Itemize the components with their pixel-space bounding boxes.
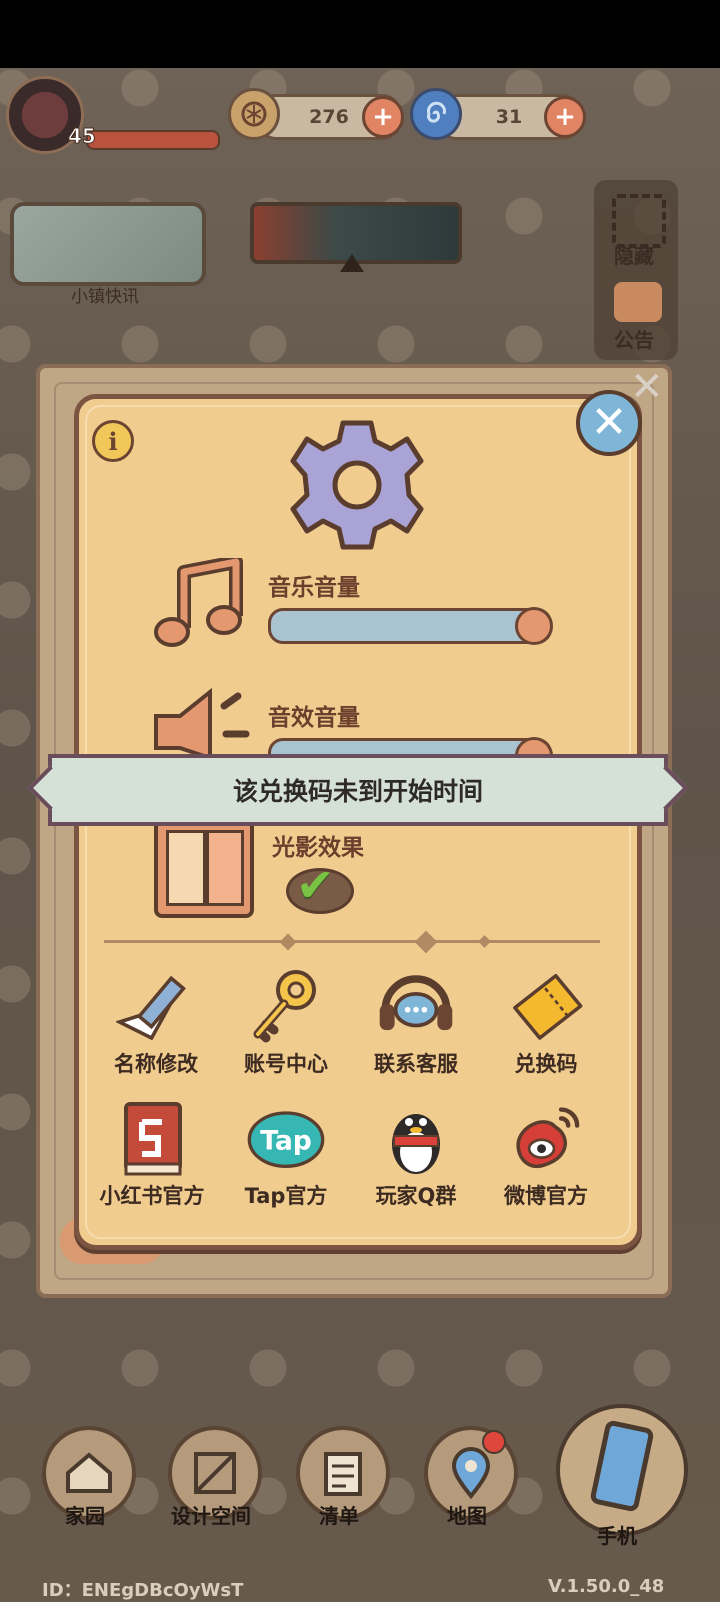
speaker-icon bbox=[150, 687, 250, 761]
ticket-icon bbox=[506, 966, 586, 1046]
customer-service-label: 联系客服 bbox=[374, 1052, 458, 1076]
xp-bar bbox=[86, 130, 220, 150]
key-icon bbox=[246, 966, 326, 1046]
notice-label[interactable]: 公告 bbox=[614, 324, 654, 353]
toast-text: 该兑换码未到开始时间 bbox=[232, 777, 483, 806]
gear-icon bbox=[290, 418, 424, 552]
town-news-label: 小镇快讯 bbox=[71, 287, 139, 307]
game-stage: 45 276 + 31 + 小镇快讯 隐藏 公告 ✕ i ✕ 音乐音量 音效音量… bbox=[0, 68, 720, 1602]
pencil-icon bbox=[116, 966, 196, 1046]
book-icon bbox=[112, 1098, 192, 1178]
music-note-icon bbox=[154, 555, 246, 654]
xiaohongshu-label: 小红书官方 bbox=[99, 1184, 205, 1208]
phone-label[interactable]: 手机 bbox=[562, 1520, 672, 1549]
light-switch-icon bbox=[154, 818, 254, 918]
ruler-icon bbox=[194, 1452, 236, 1494]
list-label[interactable]: 清单 bbox=[284, 1500, 394, 1529]
music-volume-label: 音乐音量 bbox=[268, 575, 360, 601]
megaphone-icon[interactable] bbox=[614, 282, 662, 322]
hide-label[interactable]: 隐藏 bbox=[614, 240, 654, 269]
toast-message: 该兑换码未到开始时间 bbox=[48, 754, 668, 826]
qq-group-label: 玩家Q群 bbox=[375, 1184, 457, 1208]
redeem-code-label: 兑换码 bbox=[514, 1052, 578, 1076]
player-level: 45 bbox=[68, 124, 97, 149]
rename-button[interactable]: 名称修改 bbox=[96, 966, 216, 1078]
currency2-value: 31 bbox=[495, 106, 523, 128]
sfx-volume-label: 音效音量 bbox=[268, 705, 360, 731]
rename-label: 名称修改 bbox=[114, 1052, 198, 1076]
house-icon bbox=[66, 1452, 112, 1493]
version-label: V.1.50.0_48 bbox=[548, 1576, 665, 1597]
town-news-thumbnail[interactable] bbox=[10, 202, 206, 286]
xiaohongshu-official-button[interactable]: 小红书官方 bbox=[92, 1098, 212, 1210]
notification-dot bbox=[482, 1430, 506, 1454]
account-center-label: 账号中心 bbox=[244, 1052, 328, 1076]
currency1-value: 276 bbox=[309, 106, 349, 128]
checklist-icon bbox=[324, 1452, 362, 1496]
penguin-icon bbox=[376, 1098, 456, 1178]
weibo-official-button[interactable]: 微博官方 bbox=[486, 1098, 606, 1210]
player-id: ID：ENEgDBcOyWsT bbox=[42, 1580, 244, 1601]
tap-official-button[interactable]: Tap Tap官方 bbox=[226, 1098, 346, 1210]
weibo-label: 微博官方 bbox=[504, 1184, 588, 1208]
add-currency2-button[interactable]: + bbox=[544, 96, 586, 138]
add-currency1-button[interactable]: + bbox=[362, 96, 404, 138]
music-slider-knob[interactable] bbox=[515, 607, 553, 645]
headset-icon bbox=[376, 966, 456, 1046]
tap-official-label: Tap官方 bbox=[244, 1184, 328, 1208]
redeem-code-button[interactable]: 兑换码 bbox=[486, 966, 606, 1078]
light-effect-label: 光影效果 bbox=[272, 835, 364, 861]
music-volume-slider[interactable] bbox=[268, 607, 553, 645]
map-pin-icon bbox=[451, 1447, 491, 1500]
account-center-button[interactable]: 账号中心 bbox=[226, 966, 346, 1078]
home-label[interactable]: 家园 bbox=[30, 1500, 140, 1529]
svg-text:Tap: Tap bbox=[260, 1126, 312, 1157]
design-space-label[interactable]: 设计空间 bbox=[156, 1500, 266, 1529]
customer-service-button[interactable]: 联系客服 bbox=[356, 966, 476, 1078]
section-divider bbox=[104, 940, 600, 943]
phone-button[interactable] bbox=[556, 1404, 688, 1536]
phone-icon bbox=[590, 1420, 654, 1512]
expand-arrow-icon[interactable] bbox=[340, 254, 364, 272]
swirl-gem-icon bbox=[410, 88, 462, 140]
info-button[interactable]: i bbox=[92, 420, 134, 462]
tap-icon: Tap bbox=[246, 1098, 326, 1178]
player-qq-group-button[interactable]: 玩家Q群 bbox=[356, 1098, 476, 1210]
check-icon[interactable]: ✔ bbox=[296, 858, 335, 912]
close-button[interactable]: ✕ bbox=[576, 390, 642, 456]
weibo-icon bbox=[506, 1098, 586, 1178]
coin-icon bbox=[228, 88, 280, 140]
map-label[interactable]: 地图 bbox=[412, 1500, 522, 1529]
